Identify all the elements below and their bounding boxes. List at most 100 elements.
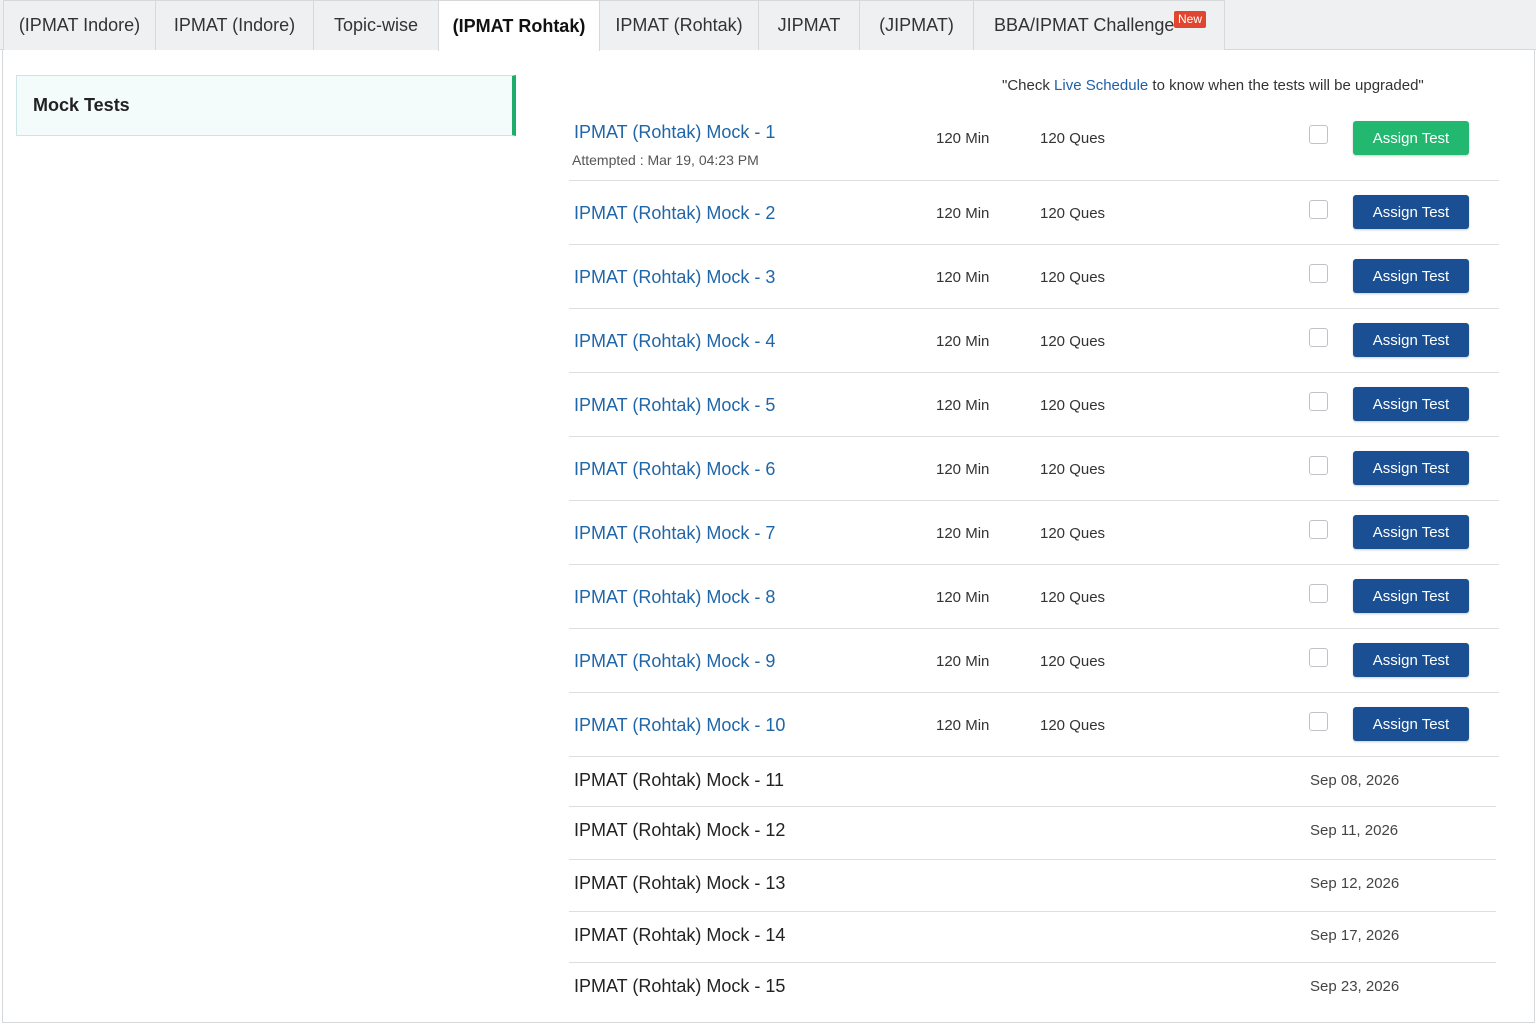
select-checkbox[interactable] bbox=[1309, 712, 1328, 731]
duration: 120 Min bbox=[936, 130, 990, 147]
assign-test-button[interactable]: Assign Test bbox=[1353, 515, 1469, 549]
release-date: Sep 12, 2026 bbox=[1310, 875, 1400, 892]
question-count: 120 Ques bbox=[1040, 333, 1106, 350]
sidebar-item-label: Mock Tests bbox=[33, 95, 130, 115]
duration: 120 Min bbox=[936, 461, 990, 478]
new-badge: New bbox=[1173, 11, 1206, 28]
select-checkbox[interactable] bbox=[1309, 125, 1328, 144]
table-row-upcoming: IPMAT (Rohtak) Mock - 14 Sep 17, 2026 bbox=[569, 912, 1496, 963]
table-row: IPMAT (Rohtak) Mock - 2 120 Min 120 Ques As… bbox=[569, 181, 1499, 245]
select-checkbox[interactable] bbox=[1309, 392, 1328, 411]
question-count: 120 Ques bbox=[1040, 130, 1106, 147]
mock-title-link[interactable]: IPMAT (Rohtak) Mock - 8 bbox=[574, 587, 775, 608]
select-checkbox[interactable] bbox=[1309, 584, 1328, 603]
tab-label: JIPMAT bbox=[777, 15, 841, 35]
release-date: Sep 17, 2026 bbox=[1310, 927, 1400, 944]
table-row: IPMAT (Rohtak) Mock - 1 Attempted : Mar 1… bbox=[569, 108, 1499, 181]
tab-jipmat-1[interactable]: JIPMAT bbox=[758, 0, 860, 50]
tab-bar: (IPMAT Indore) IPMAT (Indore) Topic-wise… bbox=[0, 0, 1536, 51]
select-checkbox[interactable] bbox=[1309, 328, 1328, 347]
release-date: Sep 08, 2026 bbox=[1310, 772, 1400, 789]
select-checkbox[interactable] bbox=[1309, 520, 1328, 539]
duration: 120 Min bbox=[936, 653, 990, 670]
assign-test-button[interactable]: Assign Test bbox=[1353, 579, 1469, 613]
duration: 120 Min bbox=[936, 269, 990, 286]
assign-test-button[interactable]: Assign Test bbox=[1353, 323, 1469, 357]
sidebar-item-mock-tests[interactable]: Mock Tests bbox=[16, 75, 516, 136]
mock-title-link[interactable]: IPMAT (Rohtak) Mock - 6 bbox=[574, 459, 775, 480]
mock-title: IPMAT (Rohtak) Mock - 11 bbox=[574, 770, 785, 790]
mock-title-link[interactable]: IPMAT (Rohtak) Mock - 4 bbox=[574, 331, 775, 352]
table-row: IPMAT (Rohtak) Mock - 6 120 Min 120 Ques As… bbox=[569, 437, 1499, 501]
table-row: IPMAT (Rohtak) Mock - 4 120 Min 120 Ques As… bbox=[569, 309, 1499, 373]
assign-test-button[interactable]: Assign Test bbox=[1353, 259, 1469, 293]
release-date: Sep 11, 2026 bbox=[1310, 822, 1399, 839]
question-count: 120 Ques bbox=[1040, 525, 1106, 542]
assign-test-button[interactable]: Assign Test bbox=[1353, 451, 1469, 485]
tab-label: (IPMAT Rohtak) bbox=[452, 15, 586, 36]
mock-title-link[interactable]: IPMAT (Rohtak) Mock - 9 bbox=[574, 651, 775, 672]
select-checkbox[interactable] bbox=[1309, 648, 1328, 667]
question-count: 120 Ques bbox=[1040, 461, 1106, 478]
mock-title: IPMAT (Rohtak) Mock - 13 bbox=[574, 873, 786, 893]
tab-jipmat-2[interactable]: (JIPMAT) bbox=[859, 0, 974, 50]
mock-title-link[interactable]: IPMAT (Rohtak) Mock - 3 bbox=[574, 267, 775, 288]
mock-title: IPMAT (Rohtak) Mock - 15 bbox=[574, 976, 786, 996]
table-row: IPMAT (Rohtak) Mock - 5 120 Min 120 Ques As… bbox=[569, 373, 1499, 437]
tab-ipmat-rohtak-2[interactable]: IPMAT (Rohtak) bbox=[599, 0, 759, 50]
question-count: 120 Ques bbox=[1040, 269, 1106, 286]
tab-label: IPMAT (Rohtak) bbox=[615, 15, 743, 35]
question-count: 120 Ques bbox=[1040, 205, 1106, 222]
tabs: (IPMAT Indore) IPMAT (Indore) Topic-wise… bbox=[3, 0, 1225, 51]
select-checkbox[interactable] bbox=[1309, 200, 1328, 219]
table-row: IPMAT (Rohtak) Mock - 9 120 Min 120 Ques As… bbox=[569, 629, 1499, 693]
tab-label: BBA/IPMAT Challenge bbox=[994, 15, 1175, 35]
tab-ipmat-indore-2[interactable]: IPMAT (Indore) bbox=[155, 0, 314, 50]
mock-title: IPMAT (Rohtak) Mock - 14 bbox=[574, 925, 786, 945]
release-date: Sep 23, 2026 bbox=[1310, 978, 1400, 995]
table-row-upcoming: IPMAT (Rohtak) Mock - 13 Sep 12, 2026 bbox=[569, 860, 1496, 912]
question-count: 120 Ques bbox=[1040, 397, 1106, 414]
notice-suffix: to know when the tests will be upgraded" bbox=[1148, 77, 1424, 94]
table-row: IPMAT (Rohtak) Mock - 7 120 Min 120 Ques As… bbox=[569, 501, 1499, 565]
duration: 120 Min bbox=[936, 333, 990, 350]
duration: 120 Min bbox=[936, 589, 990, 606]
mock-title-link[interactable]: IPMAT (Rohtak) Mock - 7 bbox=[574, 523, 775, 544]
tab-label: IPMAT (Indore) bbox=[173, 15, 296, 35]
assign-test-button[interactable]: Assign Test bbox=[1353, 121, 1469, 155]
tab-label: (IPMAT Indore) bbox=[18, 15, 141, 35]
question-count: 120 Ques bbox=[1040, 717, 1106, 734]
tab-label: (JIPMAT) bbox=[879, 15, 954, 35]
mock-title-link[interactable]: IPMAT (Rohtak) Mock - 5 bbox=[574, 395, 775, 416]
tab-label: Topic-wise bbox=[333, 15, 419, 35]
live-schedule-link[interactable]: Live Schedule bbox=[1054, 77, 1148, 94]
select-checkbox[interactable] bbox=[1309, 264, 1328, 283]
duration: 120 Min bbox=[936, 717, 990, 734]
tab-topic-wise[interactable]: Topic-wise bbox=[313, 0, 439, 50]
duration: 120 Min bbox=[936, 397, 990, 414]
mock-title-link[interactable]: IPMAT (Rohtak) Mock - 2 bbox=[574, 203, 775, 224]
table-row: IPMAT (Rohtak) Mock - 3 120 Min 120 Ques As… bbox=[569, 245, 1499, 309]
select-checkbox[interactable] bbox=[1309, 456, 1328, 475]
assign-test-button[interactable]: Assign Test bbox=[1353, 707, 1469, 741]
question-count: 120 Ques bbox=[1040, 589, 1106, 606]
duration: 120 Min bbox=[936, 205, 990, 222]
assign-test-button[interactable]: Assign Test bbox=[1353, 387, 1469, 421]
tab-bba-ipmat-challenge[interactable]: BBA/IPMAT Challenge New bbox=[973, 0, 1225, 50]
attempted-timestamp: Attempted : Mar 19, 04:23 PM bbox=[572, 152, 759, 168]
table-row-upcoming: IPMAT (Rohtak) Mock - 12 Sep 11, 2026 bbox=[569, 807, 1496, 860]
mock-title: IPMAT (Rohtak) Mock - 12 bbox=[574, 820, 786, 840]
table-row-upcoming: IPMAT (Rohtak) Mock - 11 Sep 08, 2026 bbox=[569, 757, 1496, 807]
tab-ipmat-rohtak-1[interactable]: (IPMAT Rohtak) bbox=[438, 0, 600, 51]
notice-prefix: "Check bbox=[1002, 77, 1055, 94]
schedule-notice: "Check Live Schedule to know when the te… bbox=[1002, 77, 1424, 94]
table-row-upcoming: IPMAT (Rohtak) Mock - 15 Sep 23, 2026 bbox=[569, 963, 1496, 1015]
table-row: IPMAT (Rohtak) Mock - 8 120 Min 120 Ques As… bbox=[569, 565, 1499, 629]
mock-title-link[interactable]: IPMAT (Rohtak) Mock - 10 bbox=[574, 715, 785, 736]
duration: 120 Min bbox=[936, 525, 990, 542]
assign-test-button[interactable]: Assign Test bbox=[1353, 195, 1469, 229]
table-row: IPMAT (Rohtak) Mock - 10 120 Min 120 Ques A… bbox=[569, 693, 1499, 757]
assign-test-button[interactable]: Assign Test bbox=[1353, 643, 1469, 677]
mock-title-link[interactable]: IPMAT (Rohtak) Mock - 1 bbox=[574, 122, 775, 143]
tab-ipmat-indore-1[interactable]: (IPMAT Indore) bbox=[3, 0, 156, 50]
